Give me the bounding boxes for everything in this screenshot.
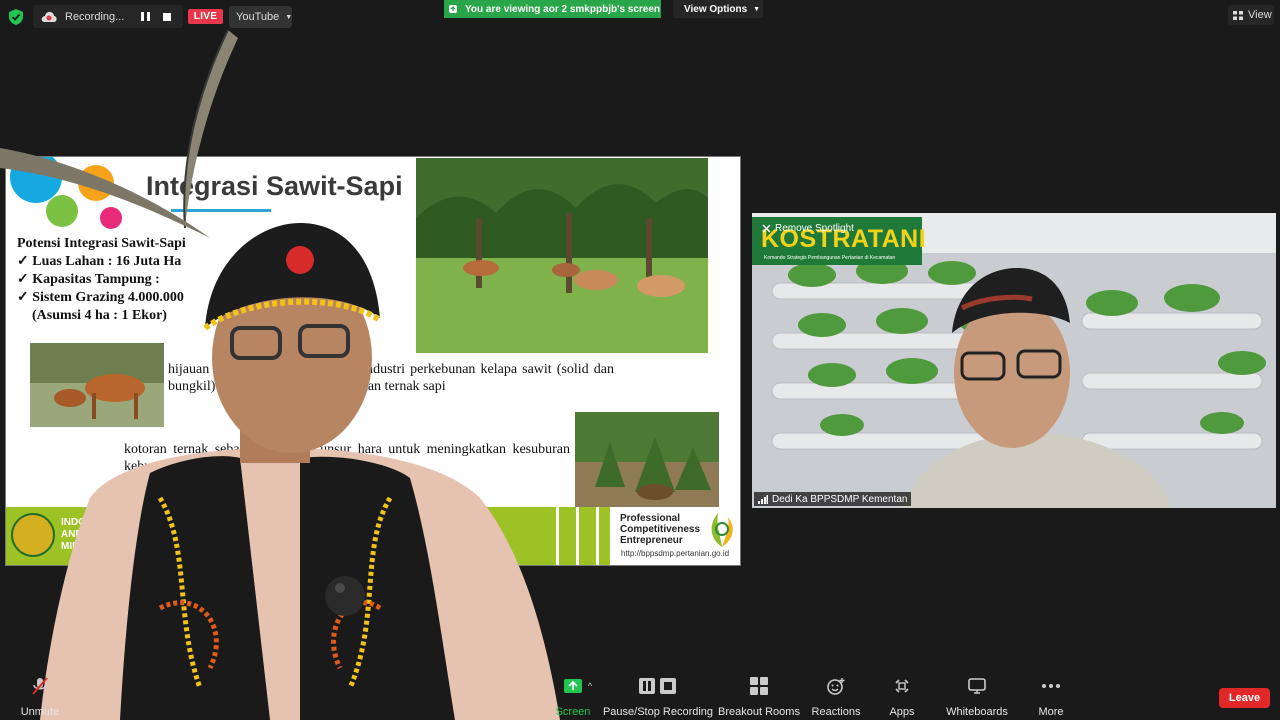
unmute-label: Unmute bbox=[20, 706, 60, 718]
smiley-plus-icon bbox=[826, 674, 846, 698]
view-label: View bbox=[1248, 9, 1272, 21]
apps-icon bbox=[894, 674, 910, 698]
footer-org-line: INDONESIAN AGENCY FOR bbox=[61, 517, 193, 528]
pause-stop-icon bbox=[639, 674, 677, 698]
remove-spotlight-label: Remove Spotlight bbox=[775, 223, 854, 234]
whiteboards-label: Whiteboards bbox=[946, 706, 1008, 718]
pce-line: Professional bbox=[620, 513, 681, 524]
share-options-caret[interactable]: ^ bbox=[584, 674, 596, 720]
view-options-label: View Options bbox=[684, 3, 748, 15]
caret-up-icon: ^ bbox=[587, 681, 593, 691]
participant-name-label: Dedi Ka BPPSDMP Kementan bbox=[754, 492, 912, 506]
pause-stop-recording-button[interactable]: Pause/Stop Recording bbox=[602, 674, 714, 720]
footer-stripe bbox=[556, 507, 559, 565]
title-underline bbox=[171, 209, 271, 212]
apps-button[interactable]: Apps bbox=[884, 674, 920, 720]
slide-footer: INDONESIAN AGENCY FOR AND HUMAN RESOURCE… bbox=[6, 507, 740, 565]
stream-platform-label: YouTube bbox=[236, 11, 280, 23]
slide-paragraph-manure: kotoran ternak sebagai penyedia unsur ha… bbox=[124, 442, 570, 474]
leaf-logo-icon bbox=[711, 513, 733, 547]
pause-stop-recording-label: Pause/Stop Recording bbox=[602, 706, 714, 718]
breakout-rooms-icon bbox=[750, 674, 768, 698]
decor-circle-green bbox=[46, 195, 78, 227]
stop-recording-button[interactable] bbox=[157, 8, 177, 26]
more-button[interactable]: More bbox=[1034, 674, 1068, 720]
pce-tagline: Professional Competitiveness Entrepreneu… bbox=[620, 513, 700, 546]
participant-name: Dedi Ka BPPSDMP Kementan bbox=[772, 493, 908, 505]
muted-microphone-icon bbox=[32, 674, 48, 698]
bullet-item: ✓ Kapasitas Tampung : bbox=[17, 272, 160, 287]
cattle-plantation-photo bbox=[416, 158, 708, 353]
viewing-screen-banner: You are viewing aor 2 smkppbjb's screen bbox=[444, 0, 661, 18]
grid-view-icon bbox=[1233, 10, 1243, 20]
decor-circle-pink bbox=[100, 207, 122, 229]
footer-org-line: MINISTRY OF AGRICULTURE bbox=[61, 541, 200, 552]
signal-strength-icon bbox=[758, 494, 768, 504]
more-label: More bbox=[1038, 706, 1064, 718]
pce-line: Entrepreneur bbox=[620, 535, 683, 546]
bullet-heading: Potensi Integrasi Sawit-Sapi bbox=[17, 236, 186, 251]
security-shield-icon[interactable] bbox=[9, 9, 23, 25]
ellipsis-icon bbox=[1042, 674, 1060, 698]
apps-label: Apps bbox=[889, 706, 915, 718]
viewing-screen-text: You are viewing aor 2 smkppbjb's screen bbox=[465, 3, 661, 15]
view-options-dropdown[interactable]: View Options ▼ bbox=[673, 0, 763, 18]
ministry-logo bbox=[11, 513, 55, 557]
meeting-toolbar: Unmute Screen ^ Pause/Stop Recording Bre… bbox=[0, 674, 1280, 720]
top-bar: Recording... LIVE YouTube ▼ You are view… bbox=[0, 0, 1280, 34]
view-layout-button[interactable]: View bbox=[1228, 5, 1274, 25]
unmute-button[interactable]: Unmute bbox=[18, 674, 62, 720]
kostratani-logo-subtext: Komando Strategis Pembangunan Pertanian … bbox=[764, 255, 896, 261]
stop-icon bbox=[163, 12, 171, 21]
pause-recording-button[interactable] bbox=[135, 8, 155, 26]
live-badge: LIVE bbox=[188, 9, 223, 24]
website-url: http://bppsdmp.pertanian.go.id bbox=[621, 549, 730, 558]
palm-seedlings-photo bbox=[575, 412, 719, 507]
pause-icon bbox=[140, 12, 150, 21]
slide-bullets: Potensi Integrasi Sawit-Sapi ✓ Luas Laha… bbox=[17, 235, 186, 325]
bullet-note: (Asumsi 4 ha : 1 Ekor) bbox=[32, 308, 167, 323]
remove-spotlight-button[interactable]: Remove Spotlight bbox=[762, 223, 854, 234]
leave-meeting-button[interactable]: Leave bbox=[1219, 688, 1270, 708]
stream-platform-dropdown[interactable]: YouTube ▼ bbox=[229, 6, 292, 28]
whiteboards-button[interactable]: Whiteboards bbox=[944, 674, 1010, 720]
caret-down-icon: ▼ bbox=[753, 5, 761, 13]
footer-stripe bbox=[576, 507, 579, 565]
participant-video-tile[interactable]: KOSTRATANI Komando Strategis Pembangunan… bbox=[752, 213, 1276, 508]
bullet-item: ✓ Luas Lahan : 16 Juta Ha bbox=[17, 254, 182, 269]
share-screen-icon bbox=[564, 674, 582, 698]
whiteboard-icon bbox=[968, 674, 986, 698]
reactions-button[interactable]: Reactions bbox=[810, 674, 862, 720]
close-icon bbox=[762, 224, 771, 233]
shared-screen-slide: Integrasi Sawit-Sapi Potensi Integrasi S… bbox=[5, 156, 741, 566]
cow-calf-photo bbox=[30, 343, 164, 427]
slide-paragraph-feed: hijauan pakan dan hasil samping industri… bbox=[168, 362, 614, 394]
footer-stripe bbox=[596, 507, 599, 565]
breakout-rooms-button[interactable]: Breakout Rooms bbox=[718, 674, 800, 720]
bullet-item: ✓ Sistem Grazing 4.000.000 bbox=[17, 290, 184, 305]
recording-indicator: Recording... bbox=[33, 5, 183, 28]
cloud-recording-icon bbox=[41, 11, 57, 22]
screen-share-icon bbox=[449, 5, 457, 13]
slide-title: Integrasi Sawit-Sapi bbox=[146, 171, 403, 201]
footer-org-text: INDONESIAN AGENCY FOR AND HUMAN RESOURCE… bbox=[61, 517, 199, 553]
reactions-label: Reactions bbox=[811, 706, 861, 718]
caret-down-icon: ▼ bbox=[285, 13, 293, 21]
decor-circle-orange bbox=[78, 165, 114, 201]
recording-status-text: Recording... bbox=[65, 10, 125, 23]
footer-org-line: AND HUMAN RESOURCE bbox=[61, 529, 183, 540]
breakout-rooms-label: Breakout Rooms bbox=[718, 706, 800, 718]
pce-line: Competitiveness bbox=[620, 524, 701, 535]
